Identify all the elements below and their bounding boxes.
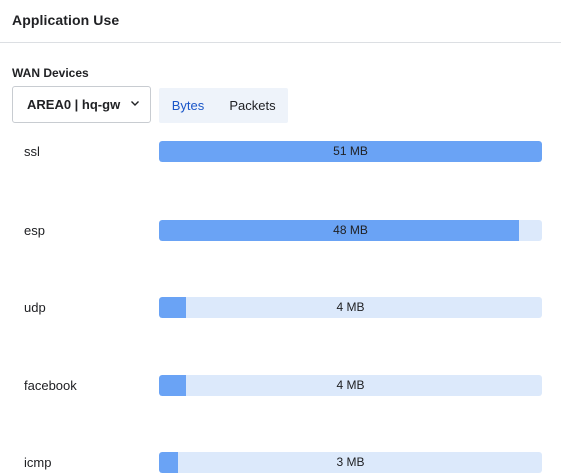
app-usage-value: 4 MB	[336, 300, 365, 314]
app-label: facebook	[24, 378, 77, 393]
app-label: icmp	[24, 455, 52, 470]
chevron-down-icon	[131, 101, 139, 106]
app-usage-value: 4 MB	[336, 378, 365, 392]
wan-device-select[interactable]: AREA0 | hq-gw	[12, 86, 151, 123]
app-usage-bar[interactable]: 4 MB	[159, 375, 542, 396]
app-label: ssl	[24, 144, 40, 159]
wan-devices-label: WAN Devices	[12, 66, 89, 80]
app-label: esp	[24, 223, 45, 238]
app-usage-value: 48 MB	[333, 223, 368, 237]
metric-toggle: Bytes Packets	[159, 88, 288, 123]
app-usage-value: 3 MB	[336, 455, 365, 469]
bytes-toggle-button[interactable]: Bytes	[159, 88, 217, 123]
panel-title: Application Use	[12, 12, 120, 28]
wan-device-selected-value: AREA0 | hq-gw	[27, 97, 121, 112]
app-usage-bar[interactable]: 3 MB	[159, 452, 542, 473]
app-usage-value: 51 MB	[333, 144, 368, 158]
app-usage-bar[interactable]: 4 MB	[159, 297, 542, 318]
packets-toggle-button[interactable]: Packets	[217, 88, 288, 123]
app-usage-bar[interactable]: 48 MB	[159, 220, 542, 241]
app-usage-bar[interactable]: 51 MB	[159, 141, 542, 162]
panel-header: Application Use	[0, 0, 561, 43]
app-label: udp	[24, 300, 46, 315]
